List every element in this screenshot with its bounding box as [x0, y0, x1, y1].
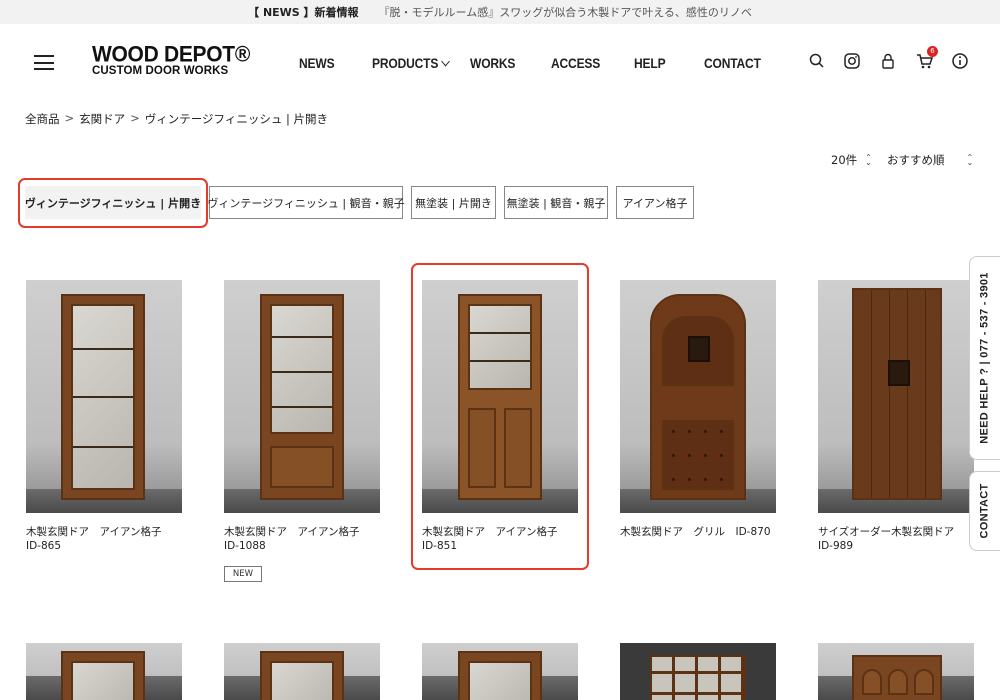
product-image[interactable]: [26, 280, 182, 513]
announcement-bar[interactable]: 【 NEWS 】新着情報 『脱・モデルルーム感』スワッグが似合う木製ドアで叶える…: [0, 0, 1000, 24]
breadcrumb-item-entrance-door[interactable]: 玄関ドア: [79, 111, 125, 127]
cart-count-badge: 6: [927, 46, 938, 57]
site-header: WOOD DEPOT® CUSTOM DOOR WORKS NEWS PRODU…: [0, 24, 1000, 100]
contact-tab-label: CONTACT: [979, 483, 991, 539]
filter-unpainted-single[interactable]: 無塗装 | 片開き: [411, 186, 496, 219]
product-image[interactable]: [818, 280, 974, 513]
product-card[interactable]: 木製玄関ドア アイアン格子 ID-1088 NEW: [224, 280, 380, 582]
product-card[interactable]: [620, 643, 776, 700]
filter-vintage-single[interactable]: ヴィンテージフィニッシュ | 片開き: [25, 186, 201, 219]
sort-arrows-icon: ⌃ ⌄: [865, 153, 872, 167]
product-image[interactable]: [620, 643, 776, 700]
filter-vintage-double[interactable]: ヴィンテージフィニッシュ | 観音・親子: [207, 186, 405, 219]
header-icons: 6: [0, 24, 1000, 100]
info-icon[interactable]: [951, 52, 969, 70]
search-icon[interactable]: [808, 52, 826, 70]
per-page-value: 20件: [831, 153, 858, 167]
breadcrumb-separator: >: [130, 111, 140, 125]
breadcrumb-item-current: ヴィンテージフィニッシュ | 片開き: [144, 112, 329, 126]
product-card[interactable]: 木製玄関ドア グリル ID-870: [620, 280, 776, 539]
product-card[interactable]: 木製玄関ドア アイアン格子 ID-865: [26, 280, 182, 553]
product-card[interactable]: [224, 643, 380, 700]
breadcrumb-item-all[interactable]: 全商品: [25, 111, 60, 127]
breadcrumb-separator: >: [64, 111, 75, 125]
lock-icon[interactable]: [879, 52, 897, 70]
product-title[interactable]: 木製玄関ドア アイアン格子 ID-851: [422, 525, 578, 553]
product-image[interactable]: [224, 280, 380, 513]
product-card[interactable]: サイズオーダー木製玄関ドア ID-989: [818, 280, 974, 553]
product-image[interactable]: [422, 280, 578, 513]
product-image[interactable]: [620, 280, 776, 513]
product-card[interactable]: [422, 643, 578, 700]
product-image[interactable]: [224, 643, 380, 700]
need-help-label: NEED HELP ? | 077 - 537 - 3901: [979, 272, 992, 444]
announcement-message[interactable]: 『脱・モデルルーム感』スワッグが似合う木製ドアで叶える、感性のリノベ: [379, 4, 752, 20]
need-help-tab[interactable]: NEED HELP ? | 077 - 537 - 3901: [969, 256, 1000, 460]
sort-order-select[interactable]: おすすめ順 ⌃ ⌄: [887, 152, 973, 168]
product-image[interactable]: [26, 643, 182, 700]
product-card[interactable]: [26, 643, 182, 700]
sort-order-value: おすすめ順: [887, 153, 945, 167]
instagram-icon[interactable]: [843, 52, 861, 70]
product-card[interactable]: [818, 643, 974, 700]
product-title[interactable]: 木製玄関ドア グリル ID-870: [620, 525, 776, 539]
product-title[interactable]: 木製玄関ドア アイアン格子 ID-865: [26, 525, 182, 553]
cart-icon[interactable]: 6: [916, 46, 938, 70]
product-card[interactable]: 木製玄関ドア アイアン格子 ID-851: [422, 280, 578, 553]
news-tag: 【 NEWS 】新着情報: [248, 6, 359, 19]
contact-tab[interactable]: CONTACT: [969, 471, 1000, 551]
sort-arrows-icon: ⌃ ⌄: [966, 153, 974, 167]
filter-iron-grille[interactable]: アイアン格子: [616, 186, 694, 219]
per-page-select[interactable]: 20件 ⌃ ⌄: [831, 152, 872, 168]
product-image[interactable]: [818, 643, 974, 700]
filter-unpainted-double[interactable]: 無塗装 | 観音・親子: [504, 186, 608, 219]
product-image[interactable]: [422, 643, 578, 700]
breadcrumb: 全商品 > 玄関ドア > ヴィンテージフィニッシュ | 片開き: [25, 111, 328, 127]
new-badge: NEW: [224, 566, 262, 582]
product-title[interactable]: サイズオーダー木製玄関ドア ID-989: [818, 525, 974, 553]
product-title[interactable]: 木製玄関ドア アイアン格子 ID-1088: [224, 525, 380, 553]
